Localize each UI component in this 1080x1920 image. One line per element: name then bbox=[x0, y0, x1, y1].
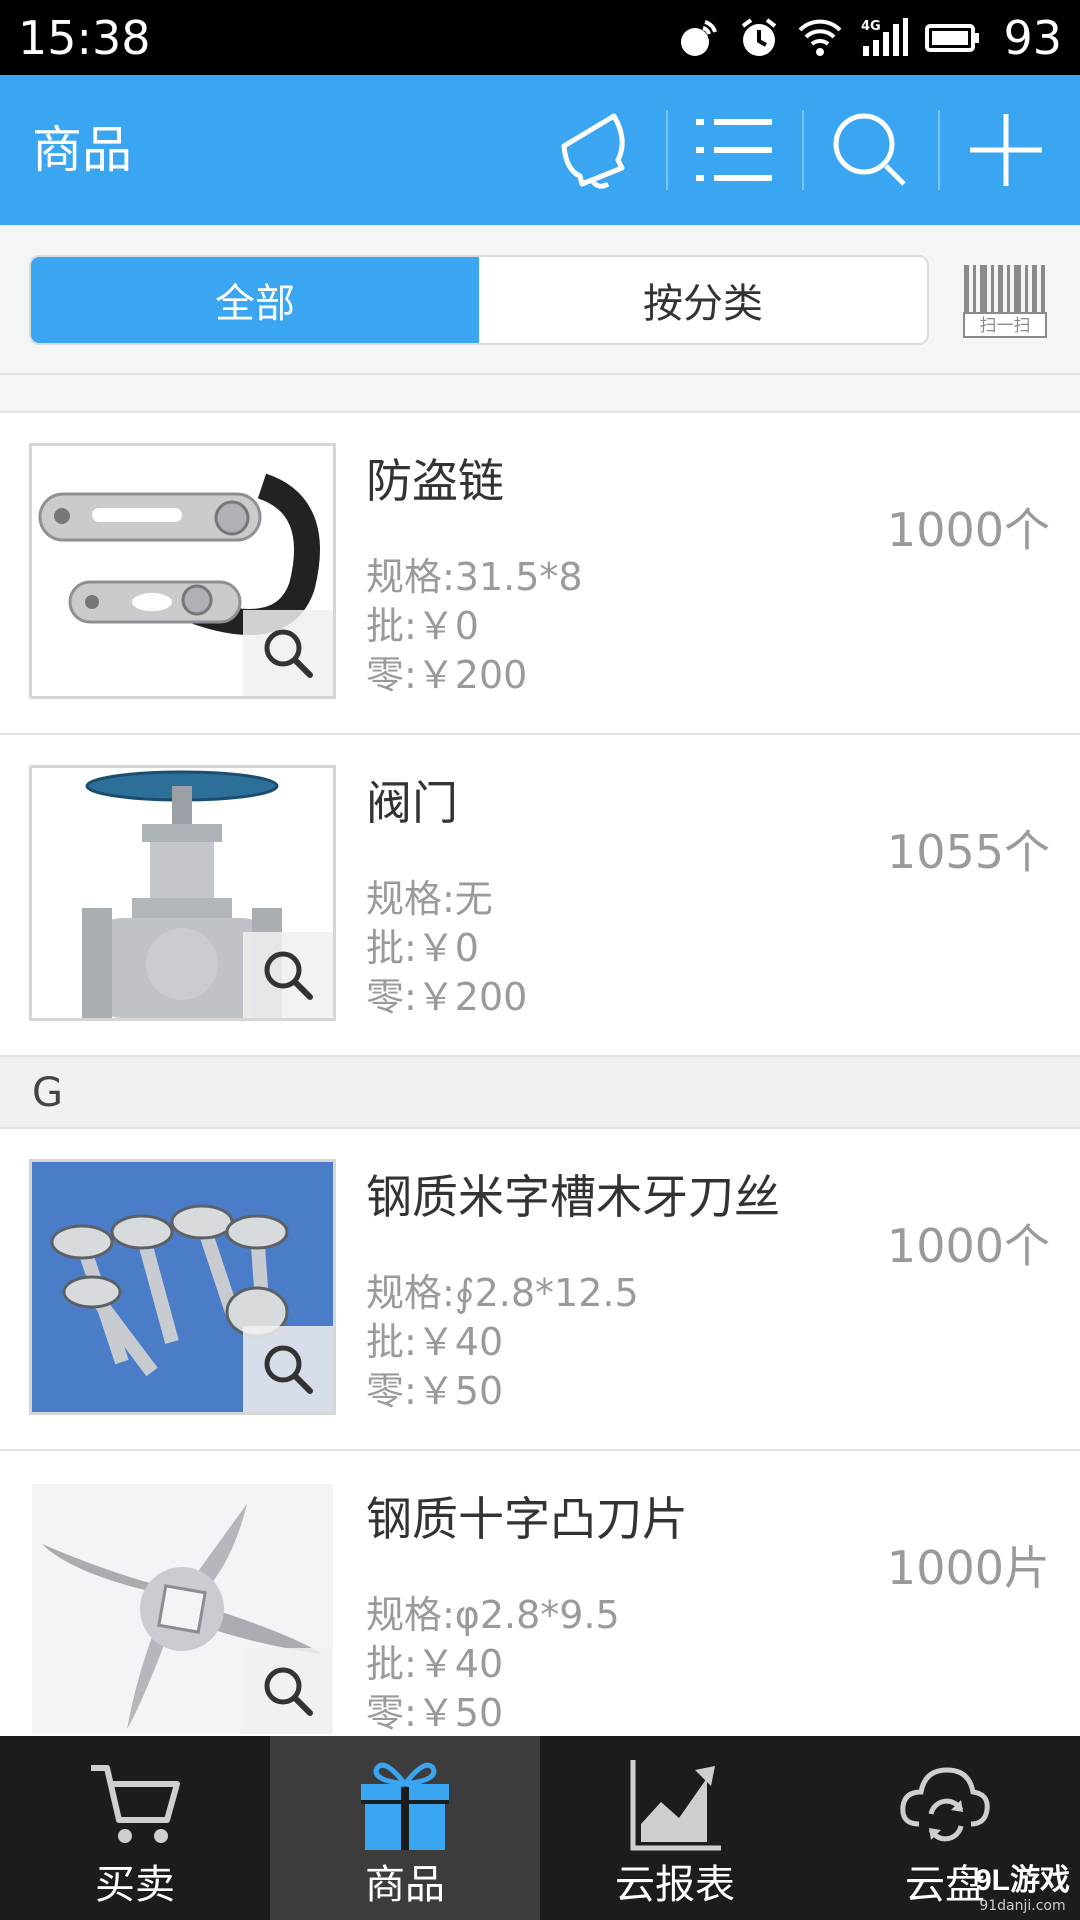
wifi-icon bbox=[799, 19, 842, 56]
battery-level: 93 bbox=[1003, 11, 1062, 65]
nav-label: 云报表 bbox=[615, 1862, 735, 1908]
search-icon bbox=[833, 113, 906, 186]
product-spec: 规格:∮2.8*12.5 bbox=[366, 1271, 639, 1315]
product-meta: 规格:无 批:￥0 零:￥200 bbox=[366, 875, 527, 1022]
bottom-nav: 买卖 商品 云报表 云盘 9L游戏 91danji.com bbox=[0, 1736, 1080, 1920]
wholesale-price: 批:￥40 bbox=[366, 1320, 504, 1364]
bell-icon bbox=[561, 113, 625, 189]
watermark: 9L游戏 91danji.com bbox=[975, 1864, 1070, 1914]
stock-quantity: 1000个 bbox=[886, 503, 1050, 557]
product-thumbnail[interactable] bbox=[29, 1481, 336, 1736]
wholesale-price: 批:￥40 bbox=[366, 1642, 504, 1686]
nav-label: 商品 bbox=[365, 1862, 445, 1908]
gift-icon bbox=[361, 1762, 449, 1850]
zoom-button[interactable] bbox=[243, 1648, 333, 1734]
retail-price: 零:￥200 bbox=[366, 653, 528, 697]
magnifier-icon bbox=[264, 1345, 313, 1394]
retail-price: 零:￥50 bbox=[366, 1369, 504, 1413]
nav-item-trade[interactable]: 买卖 bbox=[0, 1736, 270, 1920]
product-meta: 规格:∮2.8*12.5 批:￥40 零:￥50 bbox=[366, 1269, 639, 1416]
category-segment: 全部 按分类 bbox=[29, 255, 929, 345]
battery-icon bbox=[925, 24, 980, 52]
page-title: 商品 bbox=[32, 121, 132, 179]
scan-label: 扫一扫 bbox=[979, 316, 1031, 336]
tab-by-category[interactable]: 按分类 bbox=[479, 257, 927, 343]
zoom-button[interactable] bbox=[243, 932, 333, 1018]
magnifier-icon bbox=[264, 1667, 313, 1716]
list-top-spacer bbox=[0, 375, 1080, 413]
signal-4g-icon: 4G bbox=[861, 18, 909, 56]
list-item[interactable]: 防盗链 规格:31.5*8 批:￥0 零:￥200 1000个 bbox=[0, 413, 1080, 735]
retail-price: 零:￥50 bbox=[366, 1691, 504, 1735]
nav-item-reports[interactable]: 云报表 bbox=[540, 1736, 810, 1920]
product-thumbnail[interactable] bbox=[29, 765, 336, 1021]
stock-quantity: 1000片 bbox=[886, 1541, 1050, 1595]
product-spec: 规格:φ2.8*9.5 bbox=[366, 1593, 620, 1637]
product-name: 钢质米字槽木牙刀丝 bbox=[366, 1170, 780, 1224]
status-time: 15:38 bbox=[18, 11, 151, 65]
wholesale-price: 批:￥0 bbox=[366, 926, 479, 970]
zoom-button[interactable] bbox=[243, 610, 333, 696]
magnifier-icon bbox=[264, 629, 313, 678]
nfc-icon bbox=[681, 20, 718, 56]
status-bar: 15:38 4G 93 bbox=[0, 0, 1080, 75]
menu-list-button[interactable] bbox=[668, 95, 800, 205]
chart-icon bbox=[630, 1760, 721, 1851]
notifications-button[interactable] bbox=[530, 95, 662, 205]
product-list[interactable]: 防盗链 规格:31.5*8 批:￥0 零:￥200 1000个 阀门 规格:无 … bbox=[0, 375, 1080, 1736]
product-name: 阀门 bbox=[366, 776, 458, 830]
retail-price: 零:￥200 bbox=[366, 975, 528, 1019]
product-name: 钢质十字凸刀片 bbox=[366, 1492, 688, 1546]
list-item[interactable]: 钢质米字槽木牙刀丝 规格:∮2.8*12.5 批:￥40 零:￥50 1000个 bbox=[0, 1129, 1080, 1451]
section-header-g: G bbox=[0, 1057, 1080, 1129]
magnifier-icon bbox=[264, 951, 313, 1000]
cart-icon bbox=[91, 1765, 180, 1843]
watermark-logo: 9L游戏 bbox=[974, 1864, 1070, 1897]
add-product-button[interactable] bbox=[940, 95, 1072, 205]
wholesale-price: 批:￥0 bbox=[366, 604, 479, 648]
zoom-button[interactable] bbox=[243, 1326, 333, 1412]
product-spec: 规格:31.5*8 bbox=[366, 555, 583, 599]
stock-quantity: 1000个 bbox=[886, 1219, 1050, 1273]
svg-text:4G: 4G bbox=[861, 19, 881, 34]
watermark-url: 91danji.com bbox=[979, 1898, 1066, 1914]
product-spec: 规格:无 bbox=[366, 877, 493, 921]
list-item[interactable]: 阀门 规格:无 批:￥0 零:￥200 1055个 bbox=[0, 735, 1080, 1057]
tab-all[interactable]: 全部 bbox=[31, 257, 479, 343]
filter-bar: 全部 按分类 扫一扫 bbox=[0, 225, 1080, 375]
list-icon bbox=[696, 119, 772, 181]
product-thumbnail[interactable] bbox=[29, 1159, 336, 1415]
product-thumbnail[interactable] bbox=[29, 443, 336, 699]
search-button[interactable] bbox=[804, 95, 936, 205]
stock-quantity: 1055个 bbox=[886, 825, 1050, 879]
list-item[interactable]: 钢质十字凸刀片 规格:φ2.8*9.5 批:￥40 零:￥50 1000片 bbox=[0, 1451, 1080, 1736]
product-meta: 规格:φ2.8*9.5 批:￥40 零:￥50 bbox=[366, 1591, 620, 1736]
app-header: 商品 bbox=[0, 75, 1080, 225]
nav-item-products[interactable]: 商品 bbox=[270, 1736, 540, 1920]
alarm-icon bbox=[742, 18, 777, 56]
plus-icon bbox=[970, 114, 1042, 186]
status-icons: 4G 93 bbox=[677, 10, 1062, 66]
product-name: 防盗链 bbox=[366, 454, 504, 508]
nav-label: 买卖 bbox=[95, 1862, 175, 1908]
barcode-scan-button[interactable]: 扫一扫 bbox=[962, 263, 1048, 339]
product-meta: 规格:31.5*8 批:￥0 零:￥200 bbox=[366, 553, 583, 700]
cloud-sync-icon bbox=[900, 1767, 990, 1842]
